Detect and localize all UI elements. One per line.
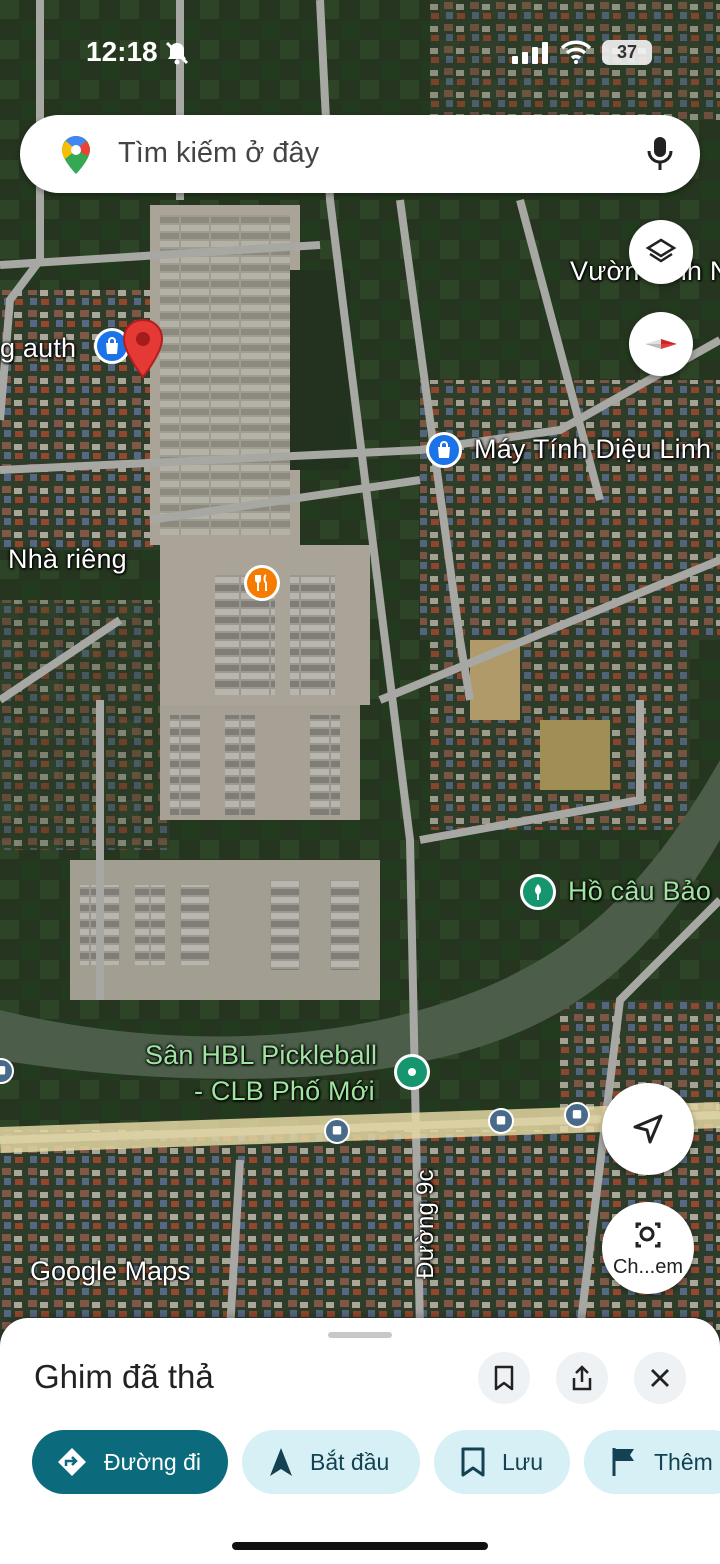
battery-indicator: 37 <box>602 40 652 65</box>
bus-stop-icon[interactable] <box>324 1118 350 1144</box>
navigation-arrow-icon <box>633 1114 663 1144</box>
google-maps-logo-icon <box>62 136 90 174</box>
search-bar[interactable]: Tìm kiếm ở đây <box>20 115 700 193</box>
directions-chip[interactable]: Đường đi <box>32 1430 228 1494</box>
map-label-nha-rieng[interactable]: Nhà riêng <box>8 544 127 575</box>
bus-stop-icon[interactable] <box>488 1108 514 1134</box>
bell-muted-icon <box>165 41 189 65</box>
more-chip[interactable]: Thêm <box>584 1430 720 1494</box>
search-input[interactable]: Tìm kiếm ở đây <box>118 137 319 170</box>
wifi-icon <box>560 40 592 64</box>
map-label-pickleball-line2[interactable]: - CLB Phố Mới <box>194 1076 375 1107</box>
start-chip[interactable]: Bắt đầu <box>242 1430 420 1494</box>
map-label-road: Đường 9c <box>412 1169 439 1279</box>
camera-search-icon <box>635 1222 661 1248</box>
home-indicator[interactable] <box>232 1542 488 1550</box>
microphone-icon[interactable] <box>646 135 674 173</box>
restaurant-poi-icon[interactable] <box>244 565 280 601</box>
sheet-drag-handle[interactable] <box>328 1332 392 1338</box>
action-chips: Đường đi Bắt đầu Lưu Thêm <box>32 1430 720 1494</box>
close-button[interactable] <box>634 1352 686 1404</box>
flag-icon <box>612 1448 634 1476</box>
cellular-signal-icon <box>512 42 548 64</box>
share-button[interactable] <box>556 1352 608 1404</box>
bus-stop-icon[interactable] <box>564 1102 590 1128</box>
dropped-pin-icon[interactable] <box>122 318 164 380</box>
status-bar: 12:18 37 <box>0 0 720 100</box>
compass-button[interactable] <box>629 312 693 376</box>
navigation-start-icon <box>270 1448 292 1476</box>
bookmark-icon <box>494 1365 514 1391</box>
map-label-may-tinh[interactable]: Máy Tính Diệu Linh <box>474 434 711 465</box>
bookmark-button[interactable] <box>478 1352 530 1404</box>
start-label: Bắt đầu <box>310 1448 390 1475</box>
street-view-button[interactable]: Ch...em <box>602 1202 694 1294</box>
shopping-poi-icon[interactable] <box>426 432 462 468</box>
map-label-pickleball-line1[interactable]: Sân HBL Pickleball <box>145 1040 377 1071</box>
save-label: Lưu <box>502 1448 543 1475</box>
layers-icon <box>645 238 677 263</box>
directions-icon <box>58 1448 86 1476</box>
more-label: Thêm <box>654 1448 713 1475</box>
park-poi-icon[interactable] <box>520 874 556 910</box>
bookmark-icon <box>461 1447 485 1477</box>
compass-icon <box>645 339 677 349</box>
sheet-title: Ghim đã thả <box>34 1358 214 1395</box>
sports-poi-icon[interactable] <box>394 1054 430 1090</box>
save-chip[interactable]: Lưu <box>434 1430 570 1494</box>
map-label-ho-cau[interactable]: Hồ câu Bảo <box>568 876 711 907</box>
status-time: 12:18 <box>86 36 158 67</box>
place-bottom-sheet[interactable]: Ghim đã thả Đường đi Bắt đầu Lưu Thêm <box>0 1318 720 1564</box>
close-icon <box>651 1369 669 1387</box>
map-label-auth[interactable]: g auth <box>0 333 76 364</box>
my-location-button[interactable] <box>602 1083 694 1175</box>
share-icon <box>572 1365 592 1391</box>
google-maps-attribution: Google Maps <box>30 1256 191 1286</box>
street-view-label: Ch...em <box>612 1256 684 1278</box>
directions-label: Đường đi <box>104 1448 201 1475</box>
layers-button[interactable] <box>629 220 693 284</box>
